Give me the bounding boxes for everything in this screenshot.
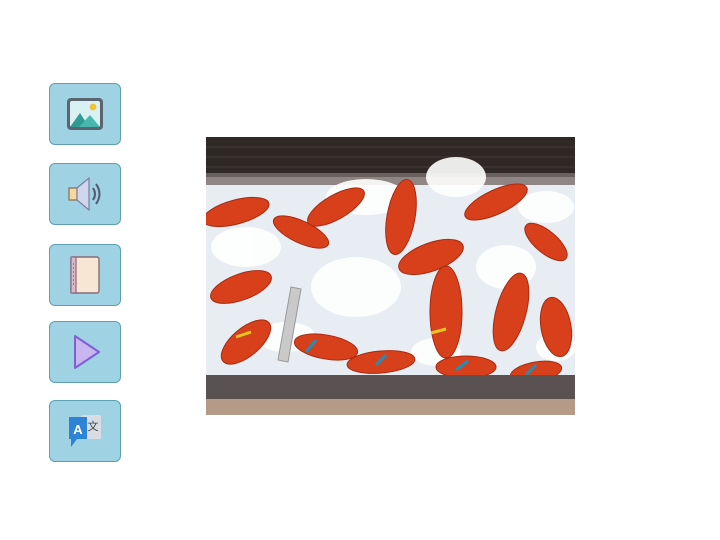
translate-glyph-cjk: 文 [88, 419, 99, 433]
translate-glyph-latin: A [73, 422, 83, 437]
play-icon [65, 330, 105, 374]
lobster-photo [206, 137, 575, 415]
image-icon [65, 95, 105, 133]
image-button[interactable] [49, 83, 121, 145]
audio-button[interactable] [49, 163, 121, 225]
translate-icon: A 文 [63, 409, 107, 453]
speaker-icon [63, 172, 107, 216]
lobsters-on-ice-icon [206, 137, 575, 415]
translate-button[interactable]: A 文 [49, 400, 121, 462]
play-button[interactable] [49, 321, 121, 383]
screen: A 文 [0, 0, 720, 540]
reading-button[interactable] [49, 244, 121, 306]
book-icon [65, 253, 105, 297]
